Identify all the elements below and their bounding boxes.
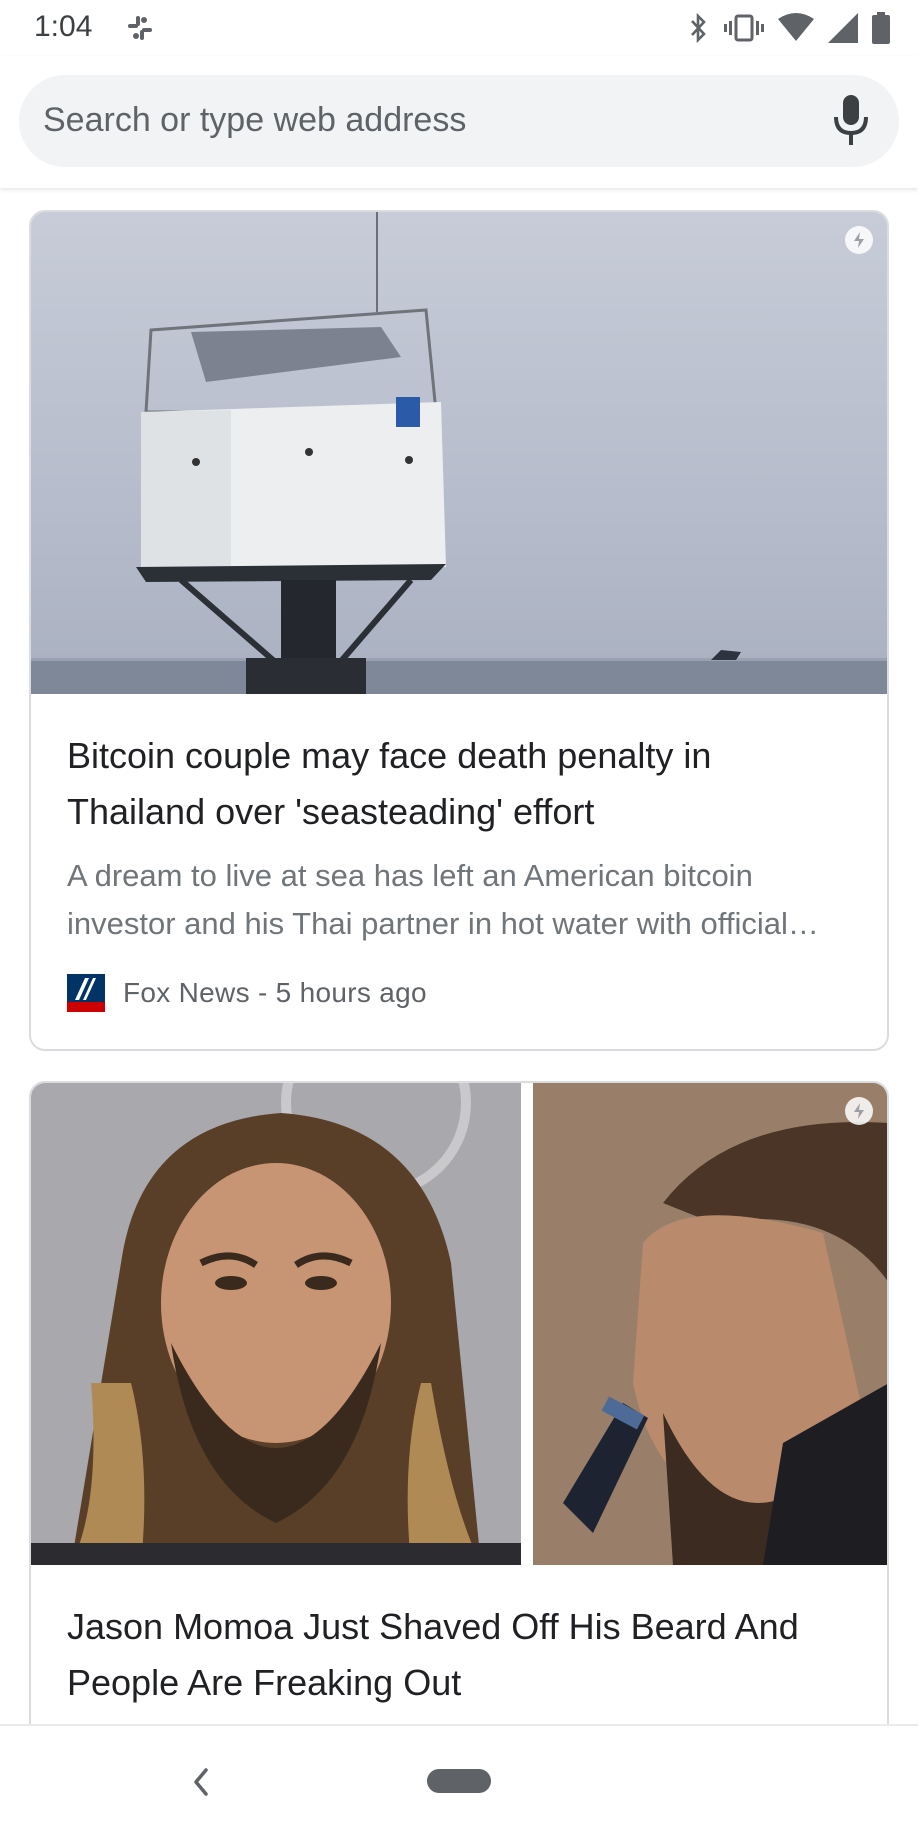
seastead-photo	[31, 212, 887, 694]
article-image[interactable]	[31, 212, 887, 694]
search-placeholder: Search or type web address	[43, 101, 467, 139]
shaving-photo	[533, 1083, 887, 1565]
system-nav-bar	[0, 1724, 918, 1837]
article-title[interactable]: Jason Momoa Just Shaved Off His Beard An…	[67, 1599, 851, 1711]
article-source: Fox News - 5 hours ago	[123, 977, 427, 1008]
article-card[interactable]: Jason Momoa Just Shaved Off His Beard An…	[29, 1081, 889, 1724]
omnibox-container: Search or type web address	[0, 56, 918, 188]
cell-signal-icon	[828, 13, 858, 43]
status-time: 1:04	[34, 10, 93, 43]
article-snippet: A dream to live at sea has left an Ameri…	[67, 858, 819, 941]
amp-lightning-icon	[845, 1097, 873, 1125]
amp-lightning-icon	[845, 226, 873, 254]
home-pill-icon[interactable]	[427, 1769, 491, 1793]
portrait-photo	[31, 1083, 521, 1565]
fox-news-logo	[67, 974, 105, 1012]
mic-icon[interactable]	[831, 95, 871, 147]
back-chevron-icon[interactable]	[186, 1762, 216, 1802]
battery-icon	[872, 12, 890, 44]
article-image-left	[31, 1083, 521, 1565]
article-title[interactable]: Bitcoin couple may face death penalty in…	[67, 728, 851, 840]
discover-feed: Bitcoin couple may face death penalty in…	[0, 188, 918, 1724]
article-card[interactable]: Bitcoin couple may face death penalty in…	[29, 210, 889, 1051]
article-image-right	[533, 1083, 887, 1565]
bluetooth-icon	[691, 12, 706, 44]
vibrate-icon	[724, 14, 764, 42]
article-source-row: Fox News - 5 hours ago	[67, 973, 427, 1013]
status-icons	[686, 10, 890, 46]
slack-icon	[128, 16, 152, 40]
wifi-icon	[778, 13, 814, 41]
status-bar: 1:04	[0, 0, 918, 56]
search-input[interactable]: Search or type web address	[19, 75, 899, 167]
article-image[interactable]	[31, 1083, 887, 1565]
